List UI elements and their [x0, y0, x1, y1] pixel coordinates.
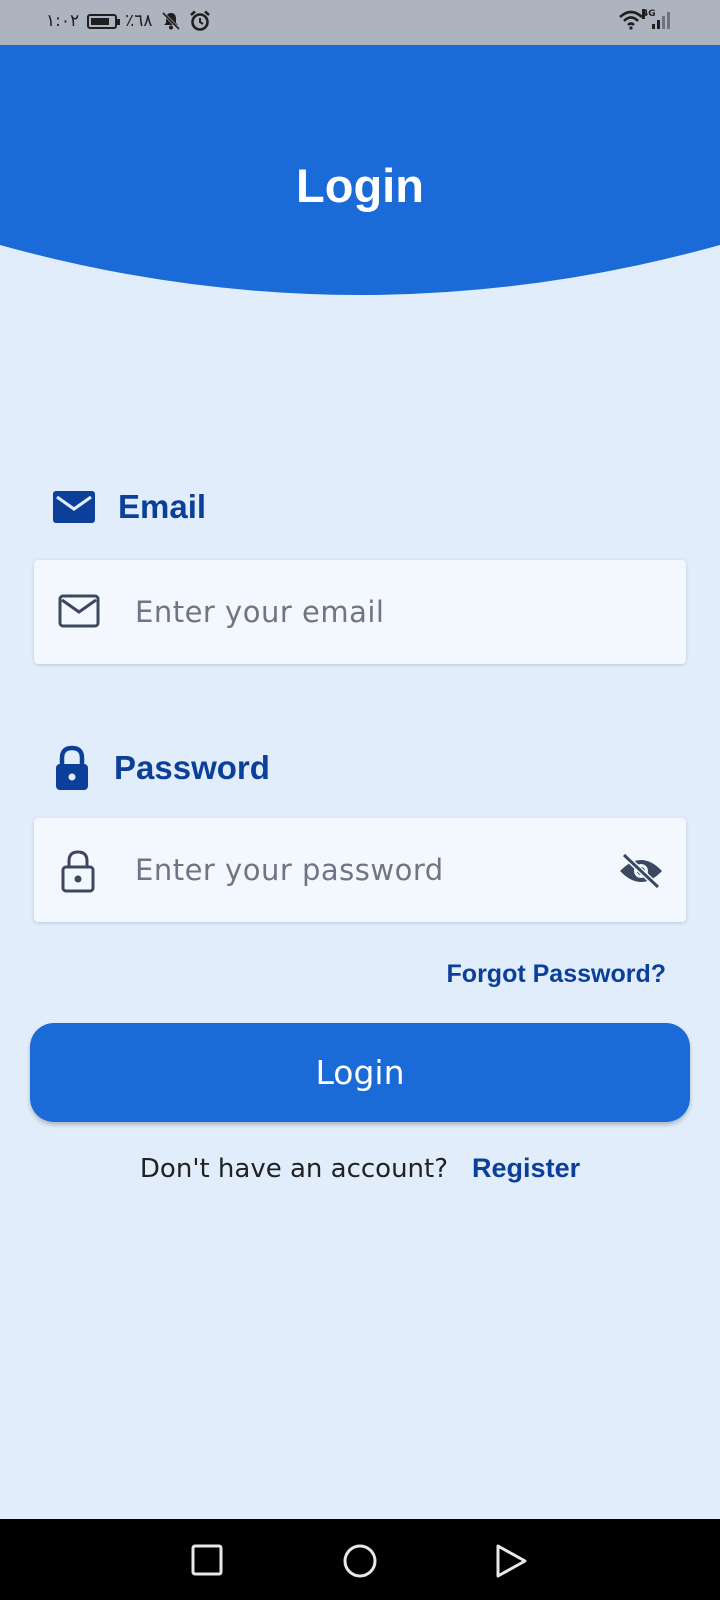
email-label: Email	[52, 488, 206, 526]
password-label: Password	[52, 745, 270, 791]
page-title: Login	[296, 159, 424, 212]
lock-filled-icon	[56, 745, 88, 790]
circle-icon[interactable]	[342, 1543, 378, 1579]
login-button[interactable]: Login	[30, 1023, 690, 1122]
mail-outline-icon	[58, 594, 100, 632]
wifi-icon	[619, 10, 643, 30]
status-bar: ١:٠٢ ٪٦٨ 4G	[0, 0, 720, 45]
bell-off-icon	[161, 11, 180, 31]
mail-filled-icon	[53, 491, 95, 523]
register-row: Don't have an account? Register	[0, 1153, 720, 1184]
register-prompt: Don't have an account?	[139, 1153, 449, 1184]
alarm-icon	[189, 10, 210, 31]
time-text: ١:٠٢	[46, 11, 80, 31]
square-icon[interactable]	[190, 1543, 224, 1577]
battery-text: ٪٦٨	[125, 11, 153, 31]
network-type: 4G	[642, 9, 656, 19]
password-field[interactable]: Enter your password	[34, 818, 686, 922]
battery-icon	[87, 13, 121, 29]
email-field[interactable]: Enter your email	[34, 560, 686, 664]
eye-off-icon[interactable]	[618, 852, 664, 893]
email-placeholder: Enter your email	[135, 595, 385, 629]
register-link[interactable]: Register	[472, 1153, 580, 1184]
navigation-bar	[0, 1519, 720, 1600]
forgot-password-link[interactable]: Forgot Password?	[447, 960, 666, 989]
email-label-text: Email	[118, 488, 207, 525]
signal-icon: 4G	[642, 9, 670, 29]
triangle-back-icon[interactable]	[494, 1543, 528, 1579]
password-label-text: Password	[114, 749, 270, 786]
lock-outline-icon	[58, 848, 98, 898]
password-placeholder: Enter your password	[135, 853, 444, 887]
